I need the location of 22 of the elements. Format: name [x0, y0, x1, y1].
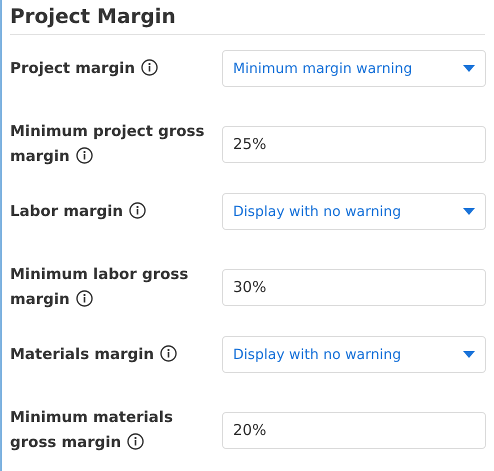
- info-icon[interactable]: [76, 290, 93, 307]
- info-icon[interactable]: [160, 345, 178, 362]
- section-title: Project Margin: [10, 3, 176, 29]
- field-label: Minimum project gross margin: [10, 121, 206, 167]
- info-icon[interactable]: [127, 433, 144, 450]
- input-field[interactable]: 30%: [222, 268, 486, 306]
- info-icon[interactable]: [141, 59, 158, 76]
- caret-icon: [463, 351, 475, 358]
- dropdown[interactable]: Display with no warning: [222, 193, 486, 230]
- caret-icon: [463, 208, 475, 215]
- dropdown[interactable]: Minimum margin warning: [222, 50, 486, 87]
- field-label: Materials margin: [10, 342, 210, 367]
- info-icon[interactable]: [129, 202, 146, 219]
- dropdown[interactable]: Display with no warning: [222, 336, 486, 373]
- input-field[interactable]: 25%: [222, 126, 486, 162]
- field-label: Minimum materials gross margin: [10, 407, 174, 453]
- field-label: Minimum labor gross margin: [10, 264, 190, 310]
- info-icon[interactable]: [76, 147, 93, 164]
- field-label: Project margin: [10, 56, 210, 81]
- field-label: Labor margin: [10, 199, 210, 224]
- caret-icon: [463, 65, 475, 72]
- input-field[interactable]: 20%: [222, 412, 486, 448]
